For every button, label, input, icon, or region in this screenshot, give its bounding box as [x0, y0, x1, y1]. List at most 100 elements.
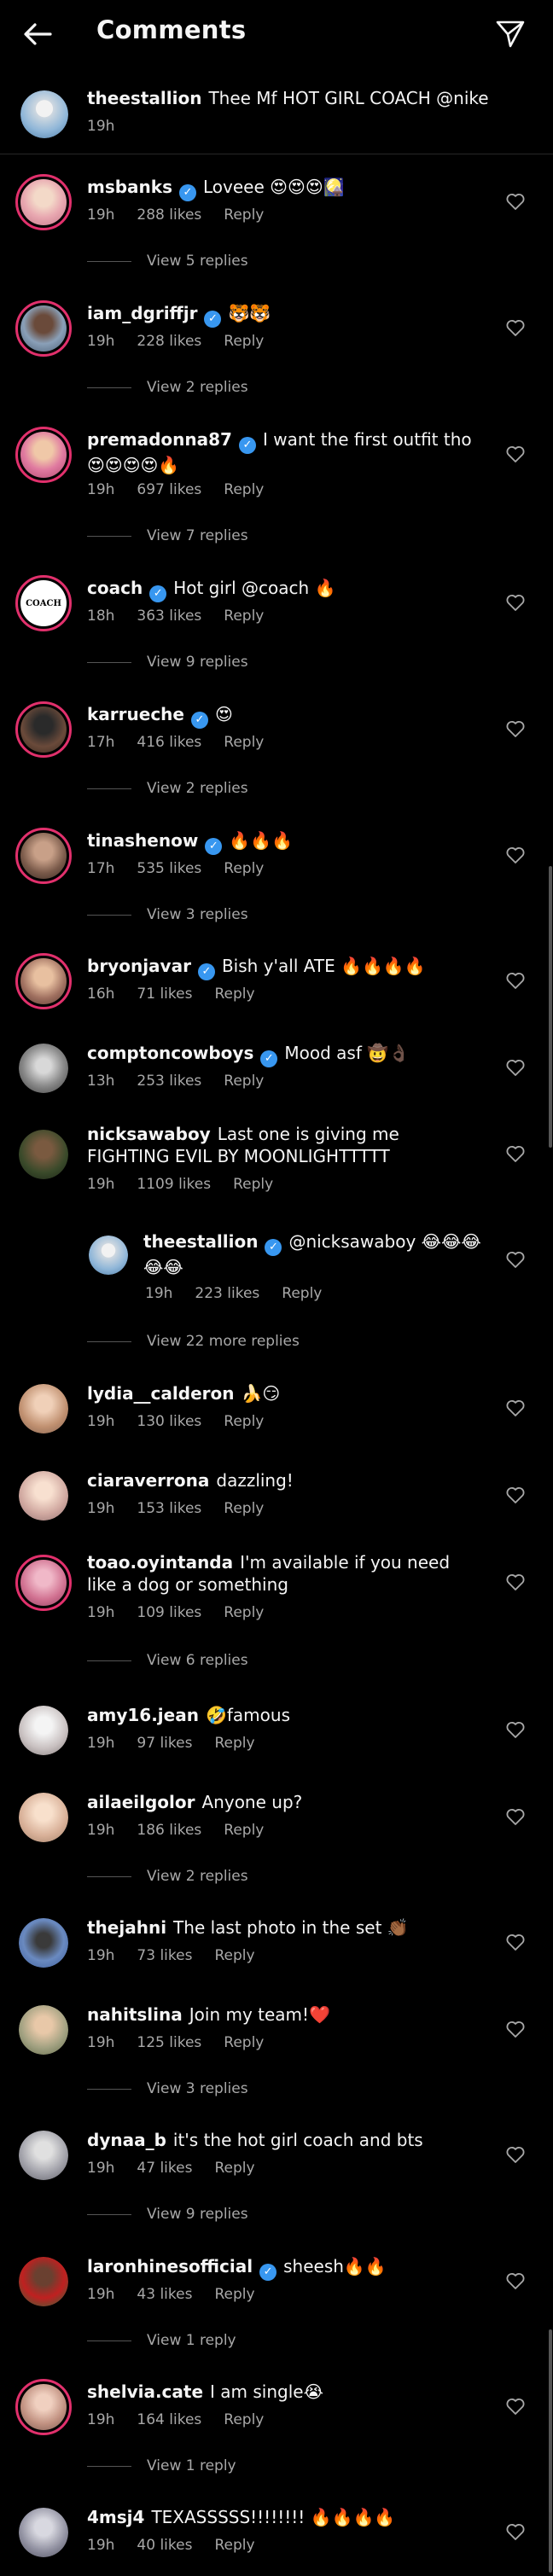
like-heart-icon[interactable]: [505, 2271, 526, 2291]
reply-button[interactable]: Reply: [214, 986, 254, 1003]
comment-likes[interactable]: 40 likes: [137, 2537, 192, 2554]
comment-likes[interactable]: 223 likes: [195, 1285, 259, 1302]
comment-likes[interactable]: 47 likes: [137, 2160, 192, 2177]
comment-username[interactable]: shelvia.cate: [87, 2381, 203, 2402]
comment-username[interactable]: thejahni: [87, 1917, 166, 1938]
comment-username[interactable]: laronhinesofficial: [87, 2256, 253, 2277]
like-heart-icon[interactable]: [505, 317, 526, 338]
comment-likes[interactable]: 253 likes: [137, 1073, 201, 1090]
avatar[interactable]: [15, 174, 72, 230]
view-replies-button[interactable]: View 1 reply: [87, 2332, 236, 2349]
comment-likes[interactable]: 288 likes: [137, 206, 201, 224]
comment-username[interactable]: msbanks: [87, 177, 172, 197]
reply-button[interactable]: Reply: [224, 333, 264, 350]
view-replies-button[interactable]: View 3 replies: [87, 2080, 248, 2097]
view-replies-button[interactable]: View 2 replies: [87, 379, 248, 396]
like-heart-icon[interactable]: [505, 1398, 526, 1418]
view-replies-button[interactable]: View 1 reply: [87, 2457, 236, 2474]
like-heart-icon[interactable]: [505, 2019, 526, 2039]
reply-button[interactable]: Reply: [224, 1413, 264, 1430]
avatar[interactable]: COACH: [15, 575, 72, 631]
view-replies-button[interactable]: View 9 replies: [87, 654, 248, 671]
like-heart-icon[interactable]: [505, 845, 526, 865]
avatar[interactable]: [19, 1706, 68, 1755]
avatar[interactable]: [20, 90, 68, 138]
avatar[interactable]: [15, 2379, 72, 2435]
avatar[interactable]: [19, 2257, 68, 2306]
like-heart-icon[interactable]: [505, 970, 526, 991]
avatar[interactable]: [19, 1384, 68, 1433]
comment-likes[interactable]: 125 likes: [137, 2034, 201, 2051]
comment-username[interactable]: bryonjavar: [87, 956, 191, 976]
avatar[interactable]: [15, 828, 72, 884]
avatar[interactable]: [15, 1555, 72, 1611]
comment-username[interactable]: premadonna87: [87, 429, 232, 450]
avatar[interactable]: [15, 701, 72, 758]
avatar[interactable]: [19, 1918, 68, 1968]
comment-likes[interactable]: 186 likes: [137, 1822, 201, 1839]
reply-button[interactable]: Reply: [214, 2286, 254, 2303]
view-replies-button[interactable]: View 7 replies: [87, 527, 248, 544]
like-heart-icon[interactable]: [505, 2521, 526, 2542]
reply-button[interactable]: Reply: [214, 1947, 254, 1964]
comment-likes[interactable]: 1109 likes: [137, 1176, 211, 1193]
reply-button[interactable]: Reply: [224, 1822, 264, 1839]
avatar[interactable]: [19, 1793, 68, 1842]
like-heart-icon[interactable]: [505, 1143, 526, 1164]
reply-button[interactable]: Reply: [224, 860, 264, 877]
comment-likes[interactable]: 109 likes: [137, 1604, 201, 1621]
view-replies-button[interactable]: View 3 replies: [87, 906, 248, 923]
comment-likes[interactable]: 363 likes: [137, 608, 201, 625]
comment-likes[interactable]: 97 likes: [137, 1735, 192, 1752]
comment-username[interactable]: lydia__calderon: [87, 1383, 235, 1404]
reply-button[interactable]: Reply: [224, 608, 264, 625]
comment-username[interactable]: nahitslina: [87, 2004, 183, 2025]
reply-button[interactable]: Reply: [224, 481, 264, 498]
like-heart-icon[interactable]: [505, 1572, 526, 1592]
comment-likes[interactable]: 164 likes: [137, 2411, 201, 2428]
comment-username[interactable]: ciaraverrona: [87, 1470, 209, 1491]
like-heart-icon[interactable]: [505, 718, 526, 739]
comment-likes[interactable]: 130 likes: [137, 1413, 201, 1430]
avatar[interactable]: [19, 1044, 68, 1093]
like-heart-icon[interactable]: [505, 1806, 526, 1827]
avatar[interactable]: [15, 427, 72, 483]
view-replies-button[interactable]: View 22 more replies: [87, 1333, 300, 1350]
comment-username[interactable]: iam_dgriffjr: [87, 303, 197, 323]
view-replies-button[interactable]: View 9 replies: [87, 2206, 248, 2223]
like-heart-icon[interactable]: [505, 2396, 526, 2416]
avatar[interactable]: [89, 1236, 128, 1275]
comment-username[interactable]: amy16.jean: [87, 1705, 199, 1725]
avatar[interactable]: [15, 300, 72, 357]
comment-likes[interactable]: 697 likes: [137, 481, 201, 498]
like-heart-icon[interactable]: [505, 1719, 526, 1740]
avatar[interactable]: [19, 1130, 68, 1179]
comment-username[interactable]: dynaa_b: [87, 2130, 166, 2150]
scrollbar[interactable]: [549, 2329, 552, 2573]
comment-username[interactable]: coach: [87, 578, 143, 598]
view-replies-button[interactable]: View 2 replies: [87, 780, 248, 797]
like-heart-icon[interactable]: [505, 1249, 526, 1270]
comment-likes[interactable]: 71 likes: [137, 986, 192, 1003]
reply-button[interactable]: Reply: [282, 1285, 322, 1302]
avatar[interactable]: [19, 2508, 68, 2557]
comment-username[interactable]: theestallion: [143, 1231, 258, 1252]
reply-button[interactable]: Reply: [224, 2411, 264, 2428]
view-replies-button[interactable]: View 6 replies: [87, 1652, 248, 1669]
comment-likes[interactable]: 43 likes: [137, 2286, 192, 2303]
reply-button[interactable]: Reply: [233, 1176, 273, 1193]
like-heart-icon[interactable]: [505, 444, 526, 464]
comment-likes[interactable]: 416 likes: [137, 734, 201, 751]
comment-likes[interactable]: 535 likes: [137, 860, 201, 877]
reply-button[interactable]: Reply: [224, 206, 264, 224]
reply-button[interactable]: Reply: [214, 2537, 254, 2554]
view-replies-button[interactable]: View 5 replies: [87, 253, 248, 270]
avatar[interactable]: [19, 2005, 68, 2055]
comment-username[interactable]: ailaeilgolor: [87, 1792, 195, 1812]
comment-likes[interactable]: 228 likes: [137, 333, 201, 350]
like-heart-icon[interactable]: [505, 1932, 526, 1952]
avatar[interactable]: [15, 953, 72, 1009]
like-heart-icon[interactable]: [505, 2144, 526, 2165]
comment-username[interactable]: 4msj4: [87, 2507, 144, 2527]
comment-username[interactable]: comptoncowboys: [87, 1043, 253, 1063]
